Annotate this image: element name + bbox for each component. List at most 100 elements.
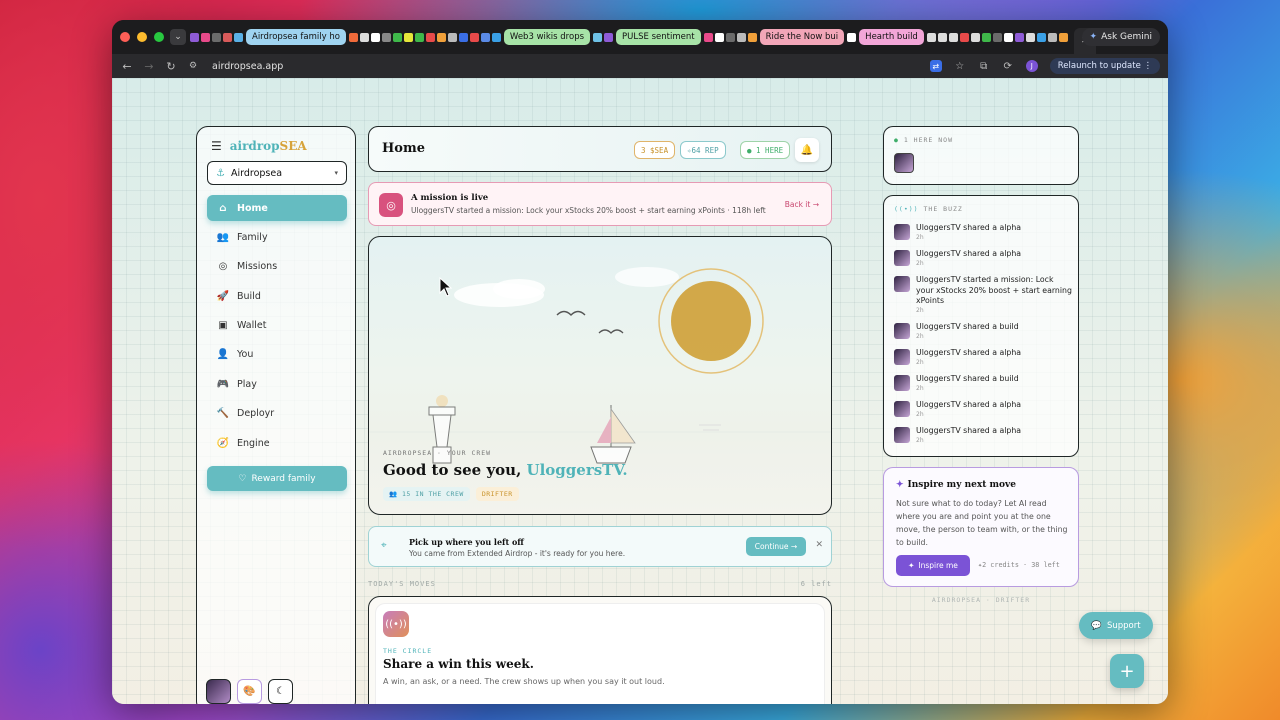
site-info-icon[interactable]: ⚙: [182, 61, 204, 71]
circle-card-inner: [375, 603, 825, 704]
url-field[interactable]: airdropsea.app: [212, 61, 283, 72]
crew-count-badge[interactable]: 👥 15 IN THE CREW: [383, 487, 470, 501]
list-item[interactable]: UloggersTV shared a build 2h: [894, 374, 1072, 393]
reward-family-button[interactable]: ♡ Reward family: [207, 466, 347, 491]
buzz-time: 2h: [916, 332, 924, 340]
ask-gemini-button[interactable]: ✦ Ask Gemini: [1081, 28, 1160, 46]
hero-greeting: Good to see you, UloggersTV.: [383, 461, 628, 479]
avatar: [894, 250, 910, 266]
buzz-card: ((•)) THE BUZZ UloggersTV shared a alpha…: [883, 195, 1079, 457]
avatar: [894, 401, 910, 417]
tab-ride-the-now[interactable]: Ride the Now bui: [759, 29, 845, 45]
circle-subtitle: A win, an ask, or a need. The crew shows…: [383, 677, 665, 686]
list-item[interactable]: UloggersTV shared a alpha 2h: [894, 348, 1072, 367]
pickup-title: Pick up where you left off: [409, 537, 524, 547]
sidebar-item-wallet[interactable]: ▣ Wallet: [207, 313, 347, 339]
mission-banner: ◎ A mission is live UloggersTV started a…: [368, 182, 832, 226]
add-button[interactable]: +: [1110, 654, 1144, 688]
avatar: [894, 323, 910, 339]
palette-icon[interactable]: 🎨: [237, 679, 262, 704]
sparkle-icon: ✦: [896, 480, 904, 490]
translate-icon[interactable]: ⇄: [929, 60, 942, 72]
heart-icon: ♡: [238, 473, 247, 484]
relaunch-button[interactable]: Relaunch to update ⋮: [1049, 58, 1160, 74]
circle-card[interactable]: ((•)) THE CIRCLE Share a win this week. …: [368, 596, 832, 704]
avatar[interactable]: [206, 679, 231, 704]
continue-button[interactable]: Continue →: [746, 537, 806, 556]
brand-logo[interactable]: airdropSEA: [230, 139, 307, 153]
inspire-title-text: Inspire my next move: [907, 480, 1016, 490]
tab-web3-wikis[interactable]: Web3 wikis drops: [503, 29, 591, 45]
list-item[interactable]: UloggersTV started a mission: Lock your …: [894, 275, 1072, 315]
family-select-value: Airdropsea: [230, 167, 283, 179]
family-select[interactable]: ⚓ Airdropsea ▾: [207, 161, 347, 185]
broadcast-icon: ((•)): [383, 611, 409, 637]
sidebar: ☰ airdropSEA ⚓ Airdropsea ▾ ⌂ Home 👥 Famil…: [196, 126, 356, 704]
minimize-window-button[interactable]: [137, 32, 147, 42]
sea-balance-chip[interactable]: 3 $SEA: [634, 141, 676, 159]
tab-hearth-build[interactable]: Hearth build: [859, 29, 924, 45]
sidebar-item-home[interactable]: ⌂ Home: [207, 195, 347, 221]
brand-logo-part-b: SEA: [279, 139, 307, 153]
tab-airdropsea[interactable]: Airdropsea family ho: [246, 29, 346, 45]
buzz-time: 2h: [916, 436, 924, 444]
buzz-time: 2h: [916, 259, 924, 267]
close-window-button[interactable]: [120, 32, 130, 42]
crew-count-label: 15 IN THE CREW: [402, 490, 464, 498]
list-item[interactable]: UloggersTV shared a alpha 2h: [894, 400, 1072, 419]
support-label: Support: [1106, 620, 1141, 631]
users-icon: 👥: [389, 490, 403, 498]
sidebar-item-play[interactable]: 🎮 Play: [207, 371, 347, 397]
tab-favicons-group-2[interactable]: [593, 32, 614, 42]
list-item[interactable]: UloggersTV shared a alpha 2h: [894, 249, 1072, 268]
sidebar-item-family[interactable]: 👥 Family: [207, 224, 347, 250]
zoom-window-button[interactable]: [154, 32, 164, 42]
window-controls: [120, 32, 164, 42]
hero-user-name[interactable]: UloggersTV.: [527, 461, 628, 479]
here-chip[interactable]: ● 1 HERE: [740, 141, 791, 159]
profile-avatar[interactable]: J: [1025, 60, 1038, 72]
relaunch-label: Relaunch to update: [1057, 61, 1141, 71]
buzz-time: 2h: [916, 233, 924, 241]
reload-icon[interactable]: ↻: [160, 60, 182, 73]
back-arrow-icon[interactable]: ←: [116, 60, 138, 73]
tab-pulse[interactable]: PULSE sentiment: [616, 29, 701, 45]
avatar[interactable]: [894, 153, 914, 173]
tab-search-chevron-icon[interactable]: ⌄: [170, 29, 186, 45]
rep-chip[interactable]: ✧64 REP: [680, 141, 726, 159]
back-it-label: Back it: [784, 200, 811, 209]
bookmark-star-icon[interactable]: ☆: [954, 60, 966, 72]
hero-eyebrow: AIRDROPSEA · YOUR CREW: [383, 449, 492, 457]
bell-icon[interactable]: 🔔: [795, 138, 819, 162]
forward-arrow-icon[interactable]: →: [138, 60, 160, 73]
tab-favicons-group-1[interactable]: [348, 32, 501, 42]
inspire-me-button[interactable]: ✦ Inspire me: [896, 555, 970, 576]
hamburger-menu-icon[interactable]: ☰: [211, 139, 222, 153]
back-it-link[interactable]: Back it →: [785, 200, 819, 209]
list-item[interactable]: UloggersTV shared a alpha 2h: [894, 426, 1072, 445]
pinned-tab-favicons[interactable]: [190, 32, 243, 42]
tab-favicons-group-5[interactable]: [926, 32, 1068, 42]
moon-icon[interactable]: ☾: [268, 679, 293, 704]
cloud-shape: [615, 267, 679, 287]
sync-icon[interactable]: ⟳: [1002, 60, 1014, 72]
mission-subtitle: UloggersTV started a mission: Lock your …: [411, 206, 766, 215]
list-item[interactable]: UloggersTV shared a build 2h: [894, 322, 1072, 341]
tab-favicons-group-4[interactable]: [847, 32, 857, 42]
close-icon[interactable]: ✕: [815, 540, 823, 550]
tab-favicons-group-3[interactable]: [703, 32, 757, 42]
sidebar-item-deployr[interactable]: 🔨 Deployr: [207, 401, 347, 427]
sun-shape: [671, 281, 751, 361]
support-button[interactable]: 💬 Support: [1079, 612, 1153, 639]
inspire-me-label: Inspire me: [918, 561, 958, 570]
sidebar-item-build[interactable]: 🚀 Build: [207, 283, 347, 309]
sidebar-item-label: Play: [237, 378, 257, 390]
sidebar-item-you[interactable]: 👤 You: [207, 342, 347, 368]
sidebar-item-missions[interactable]: ◎ Missions: [207, 254, 347, 280]
extensions-puzzle-icon[interactable]: ⧉: [978, 60, 990, 72]
list-item[interactable]: UloggersTV shared a alpha 2h: [894, 223, 1072, 242]
online-dot-icon: ●: [894, 136, 899, 144]
sidebar-item-engine[interactable]: 🧭 Engine: [207, 430, 347, 456]
hammer-icon: 🔨: [216, 408, 230, 420]
browser-window: ⌄ Airdropsea family ho Web3 wikis drops …: [112, 20, 1168, 704]
